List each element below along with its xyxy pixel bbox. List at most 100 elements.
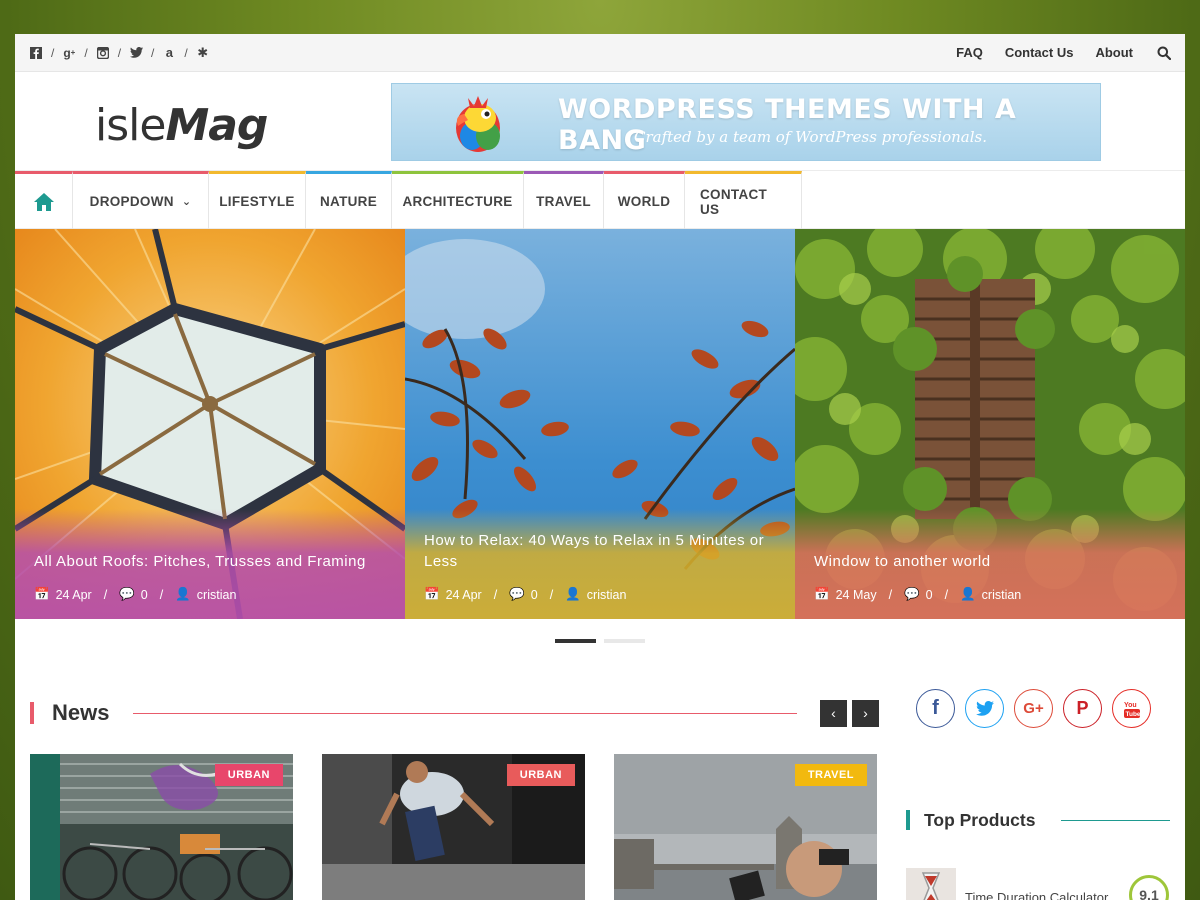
google-plus-icon[interactable]: g + (62, 46, 76, 60)
about-link[interactable]: About (1095, 45, 1133, 60)
nav-architecture-label: ARCHITECTURE (402, 194, 513, 209)
slide-comments[interactable]: 0 (531, 588, 538, 602)
news-accent-bar (30, 702, 34, 724)
slide-title[interactable]: Window to another world (814, 551, 1166, 572)
slide-title[interactable]: All About Roofs: Pitches, Trusses and Fr… (34, 551, 386, 572)
nav-architecture[interactable]: ARCHITECTURE (392, 171, 524, 229)
search-icon[interactable] (1157, 46, 1171, 60)
news-cards: URBAN URBAN TRAVEL (30, 754, 877, 900)
faq-link[interactable]: FAQ (956, 45, 983, 60)
slide-meta: 📅 24 Apr / 💬 0 / 👤 cristian (34, 587, 236, 602)
contact-us-link[interactable]: Contact Us (1005, 45, 1074, 60)
news-title: News (52, 700, 110, 725)
nav-nature[interactable]: NATURE (306, 171, 392, 229)
comment-icon: 💬 (904, 587, 920, 601)
nav-travel[interactable]: TRAVEL (524, 171, 604, 229)
facebook-circle-icon[interactable]: f (916, 689, 955, 728)
slider-dot-1[interactable] (555, 639, 596, 643)
logo-text-isle: isle (95, 100, 166, 151)
separator: / (184, 45, 188, 60)
site-header: isleMag WORDPRESS THEMES WITH A BANG Cra… (15, 72, 1185, 171)
top-products-accent-bar (906, 810, 910, 830)
slide-date: 24 Apr (445, 587, 482, 602)
instagram-icon[interactable] (96, 46, 110, 60)
product-item[interactable]: Time Duration Calculator 9.1 (906, 868, 1170, 900)
featured-slider: All About Roofs: Pitches, Trusses and Fr… (15, 229, 1185, 619)
separator: / (103, 587, 108, 602)
comment-icon: 💬 (119, 587, 135, 601)
slide-relax[interactable]: How to Relax: 40 Ways to Relax in 5 Minu… (405, 229, 795, 619)
user-icon: 👤 (960, 587, 976, 601)
yelp-icon[interactable]: ✱ (196, 45, 210, 60)
slide-meta: 📅 24 May / 💬 0 / 👤 cristian (814, 587, 1021, 602)
news-card[interactable]: TRAVEL (614, 754, 877, 900)
news-divider (133, 712, 797, 714)
twitter-circle-icon[interactable] (965, 689, 1004, 728)
nav-lifestyle-label: LIFESTYLE (219, 194, 295, 209)
slider-dot-2[interactable] (604, 639, 645, 643)
slide-roofs[interactable]: All About Roofs: Pitches, Trusses and Fr… (15, 229, 405, 619)
youtube-circle-icon[interactable]: You Tube (1112, 689, 1151, 728)
banner-subtitle: Crafted by a team of WordPress professio… (634, 128, 987, 146)
user-icon: 👤 (175, 587, 191, 601)
nav-contact-us[interactable]: CONTACT US (685, 171, 802, 229)
header-ad-banner[interactable]: WORDPRESS THEMES WITH A BANG Crafted by … (391, 83, 1101, 161)
comment-icon: 💬 (509, 587, 525, 601)
google-plus-circle-icon[interactable]: G+ (1014, 689, 1053, 728)
calendar-icon: 📅 (34, 587, 50, 601)
product-score-badge: 9.1 (1129, 875, 1169, 900)
slide-author[interactable]: cristian (982, 588, 1022, 602)
nav-nature-label: NATURE (319, 194, 378, 209)
logo-text-mag: Mag (165, 100, 268, 151)
nav-dropdown-label: DROPDOWN (89, 194, 174, 209)
nav-lifestyle[interactable]: LIFESTYLE (209, 171, 306, 229)
product-thumbnail[interactable] (906, 868, 956, 900)
slide-window[interactable]: Window to another world 📅 24 May / 💬 0 / 👤… (795, 229, 1185, 619)
category-badge[interactable]: TRAVEL (794, 764, 867, 786)
nav-world-label: WORLD (617, 194, 671, 209)
page: / g + / / / a / ✱ FAQ Contact Us About i… (15, 34, 1185, 900)
slide-author[interactable]: cristian (587, 588, 627, 602)
nav-travel-label: TRAVEL (536, 194, 591, 209)
category-badge[interactable]: URBAN (214, 764, 283, 786)
top-products-divider (1061, 819, 1170, 821)
svg-text:Tube: Tube (1125, 711, 1140, 718)
nav-home[interactable] (15, 171, 73, 229)
nav-dropdown[interactable]: DROPDOWN ⌄ (73, 171, 209, 229)
sidebar-social-links: f G+ P You Tube (916, 689, 1151, 728)
separator: / (151, 45, 155, 60)
separator: / (51, 45, 55, 60)
nav-world[interactable]: WORLD (604, 171, 685, 229)
news-prev-button[interactable]: ‹ (820, 699, 847, 727)
news-card[interactable]: URBAN (322, 754, 585, 900)
slide-comments[interactable]: 0 (141, 588, 148, 602)
separator: / (888, 587, 893, 602)
top-social-links: / g + / / / a / ✱ (29, 45, 210, 60)
calendar-icon: 📅 (424, 587, 440, 601)
site-logo[interactable]: isleMag (95, 100, 268, 151)
slide-title[interactable]: How to Relax: 40 Ways to Relax in 5 Minu… (424, 530, 776, 572)
separator: / (944, 587, 949, 602)
separator: / (117, 45, 122, 60)
chevron-down-icon: ⌄ (181, 196, 192, 208)
separator: / (84, 45, 88, 60)
twitter-icon[interactable] (129, 46, 143, 60)
top-products-title: Top Products (924, 809, 1036, 830)
facebook-icon[interactable] (29, 46, 43, 60)
separator: / (159, 587, 164, 602)
slide-date: 24 May (835, 587, 877, 602)
slide-author[interactable]: cristian (197, 588, 237, 602)
news-card[interactable]: URBAN (30, 754, 293, 900)
slide-comments[interactable]: 0 (926, 588, 933, 602)
category-badge[interactable]: URBAN (506, 764, 575, 786)
product-name[interactable]: Time Duration Calculator (965, 890, 1108, 900)
amazon-icon[interactable]: a (162, 45, 176, 60)
main-navigation: DROPDOWN ⌄ LIFESTYLE NATURE ARCHITECTURE… (15, 171, 1185, 229)
top-links: FAQ Contact Us About (956, 45, 1171, 60)
svg-text:You: You (1124, 702, 1137, 709)
separator: / (493, 587, 498, 602)
news-section-header: News ‹ › (30, 698, 879, 728)
nav-contact-us-label: CONTACT US (700, 186, 768, 217)
news-next-button[interactable]: › (852, 699, 879, 727)
pinterest-circle-icon[interactable]: P (1063, 689, 1102, 728)
